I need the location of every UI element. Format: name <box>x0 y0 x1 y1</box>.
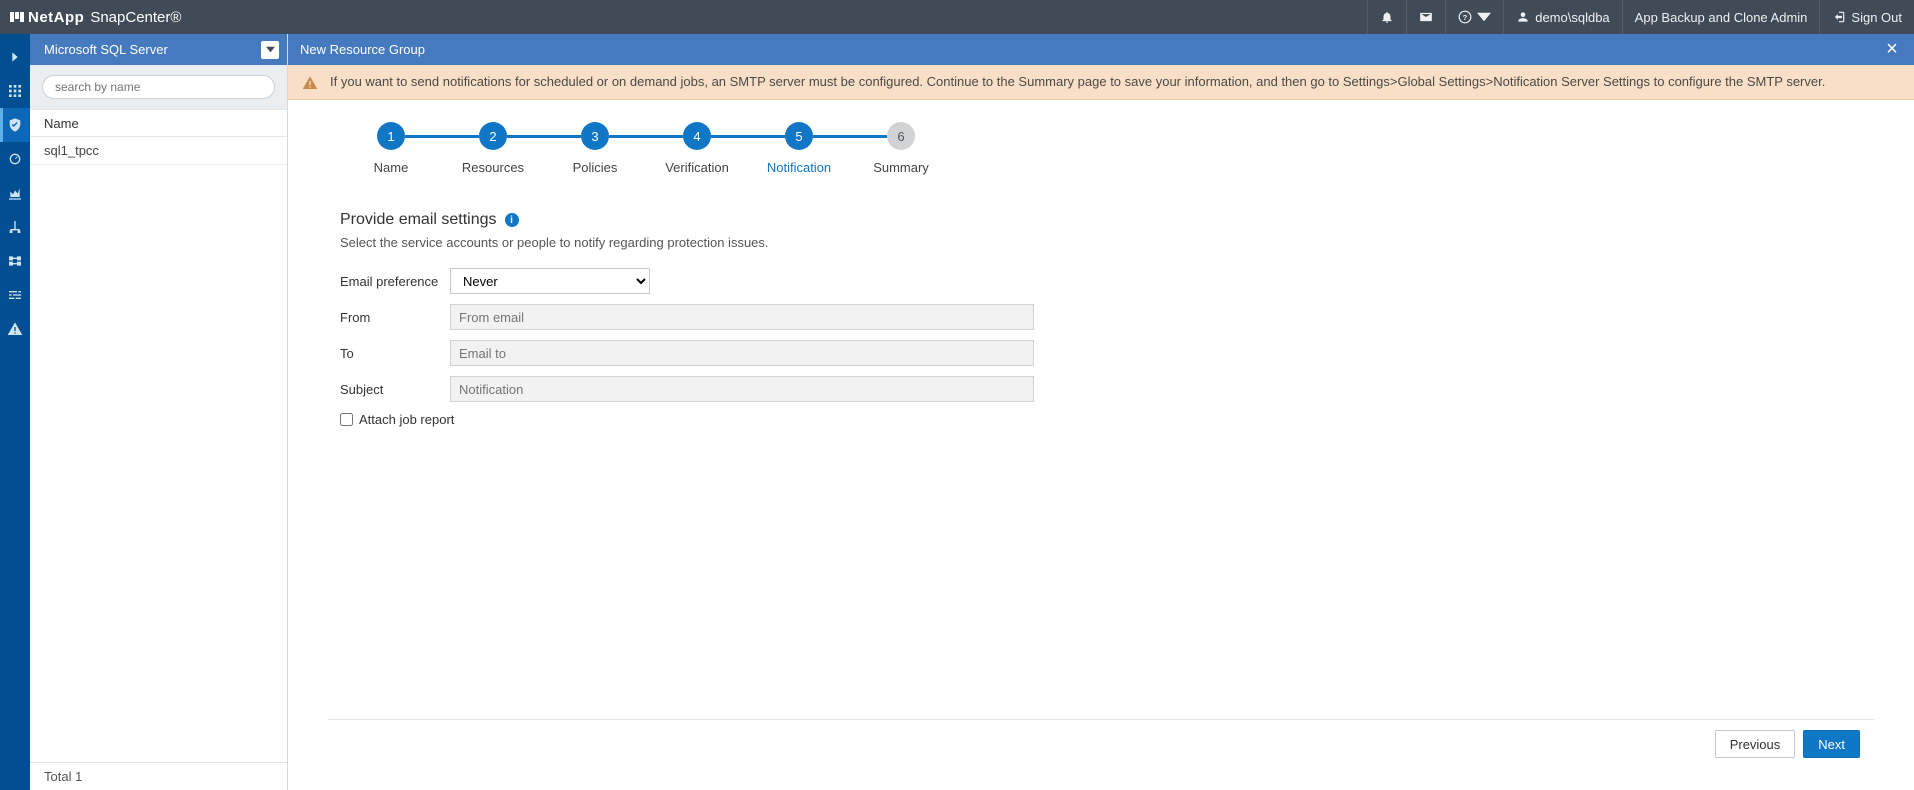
total-label: Total <box>44 769 71 784</box>
shield-check-icon <box>7 117 23 133</box>
notifications-button[interactable] <box>1367 0 1406 34</box>
label-subject: Subject <box>340 382 450 397</box>
sidebar-monitor[interactable] <box>0 142 30 176</box>
section-title: Provide email settings i <box>340 211 1874 229</box>
user-icon <box>1516 10 1530 24</box>
wizard-stepper: 1Name 2Resources 3Policies 4Verification… <box>340 122 1874 175</box>
checkbox-attach-report[interactable] <box>340 413 353 426</box>
context-label: Microsoft SQL Server <box>44 42 168 57</box>
chart-icon <box>7 185 23 201</box>
brand: NetApp SnapCenter® <box>10 9 181 26</box>
step-summary[interactable]: 6Summary <box>850 122 952 175</box>
content: 1Name 2Resources 3Policies 4Verification… <box>288 100 1914 790</box>
signout-icon <box>1832 10 1846 24</box>
grid-icon <box>7 83 23 99</box>
step-notification[interactable]: 5Notification <box>748 122 850 175</box>
brand-logo: NetApp <box>10 9 84 26</box>
resource-list: sql1_tpcc <box>30 137 287 762</box>
row-attach: Attach job report <box>340 412 1874 427</box>
help-icon: ? <box>1458 10 1472 24</box>
sidebar-dashboard[interactable] <box>0 74 30 108</box>
gauge-icon <box>7 151 23 167</box>
warning-icon <box>302 75 318 91</box>
help-button[interactable]: ? <box>1445 0 1503 34</box>
brand-company: NetApp <box>28 9 84 26</box>
next-button[interactable]: Next <box>1803 730 1860 758</box>
sliders-icon <box>7 287 23 303</box>
input-from[interactable] <box>450 304 1034 330</box>
user-label: demo\sqldba <box>1535 10 1609 25</box>
user-menu[interactable]: demo\sqldba <box>1503 0 1621 34</box>
input-subject[interactable] <box>450 376 1034 402</box>
close-button[interactable]: × <box>1882 40 1902 60</box>
sidebar-alerts[interactable] <box>0 312 30 346</box>
row-email-preference: Email preference Never <box>340 268 1874 294</box>
sidebar-expand[interactable] <box>0 40 30 74</box>
chevron-down-icon <box>266 45 275 54</box>
sidebar-settings[interactable] <box>0 278 30 312</box>
signout-button[interactable]: Sign Out <box>1819 0 1914 34</box>
row-subject: Subject <box>340 376 1874 402</box>
topbar: NetApp SnapCenter® ? demo\sqldba App Bac… <box>0 0 1914 34</box>
context-dropdown[interactable] <box>261 41 279 59</box>
sidebar-resources[interactable] <box>0 108 30 142</box>
label-to: To <box>340 346 450 361</box>
hierarchy-icon <box>7 219 23 235</box>
left-panel: Microsoft SQL Server Name sql1_tpcc Tota… <box>30 34 288 790</box>
select-email-preference[interactable]: Never <box>450 268 650 294</box>
label-attach[interactable]: Attach job report <box>359 412 454 427</box>
wizard-footer: Previous Next <box>328 719 1874 768</box>
left-panel-footer: Total 1 <box>30 762 287 790</box>
envelope-icon <box>1419 10 1433 24</box>
svg-text:?: ? <box>1463 13 1468 22</box>
step-verification[interactable]: 4Verification <box>646 122 748 175</box>
role-label[interactable]: App Backup and Clone Admin <box>1622 0 1820 34</box>
chevron-down-icon <box>1477 10 1491 24</box>
row-to: To <box>340 340 1874 366</box>
messages-button[interactable] <box>1406 0 1445 34</box>
warning-text: If you want to send notifications for sc… <box>330 73 1825 91</box>
previous-button[interactable]: Previous <box>1715 730 1796 758</box>
sidebar <box>0 34 30 790</box>
search-input[interactable] <box>42 75 275 99</box>
label-email-preference: Email preference <box>340 274 450 289</box>
step-name[interactable]: 1Name <box>340 122 442 175</box>
list-item[interactable]: sql1_tpcc <box>30 137 287 165</box>
brand-product: SnapCenter® <box>90 9 181 26</box>
search-wrap <box>30 65 287 109</box>
page-title: New Resource Group <box>300 42 425 57</box>
section-subtitle: Select the service accounts or people to… <box>340 235 1874 250</box>
storage-icon <box>7 253 23 269</box>
total-value: 1 <box>75 769 82 784</box>
main-header: New Resource Group × <box>288 34 1914 65</box>
left-panel-header: Microsoft SQL Server <box>30 34 287 65</box>
row-from: From <box>340 304 1874 330</box>
step-resources[interactable]: 2Resources <box>442 122 544 175</box>
sidebar-reports[interactable] <box>0 176 30 210</box>
input-to[interactable] <box>450 340 1034 366</box>
sidebar-storage[interactable] <box>0 244 30 278</box>
chevron-right-icon <box>7 49 23 65</box>
sidebar-hosts[interactable] <box>0 210 30 244</box>
column-header[interactable]: Name <box>30 109 287 137</box>
info-icon[interactable]: i <box>505 213 519 227</box>
main-area: New Resource Group × If you want to send… <box>288 34 1914 790</box>
bell-icon <box>1380 10 1394 24</box>
label-from: From <box>340 310 450 325</box>
alert-icon <box>7 321 23 337</box>
smtp-warning: If you want to send notifications for sc… <box>288 65 1914 100</box>
step-policies[interactable]: 3Policies <box>544 122 646 175</box>
